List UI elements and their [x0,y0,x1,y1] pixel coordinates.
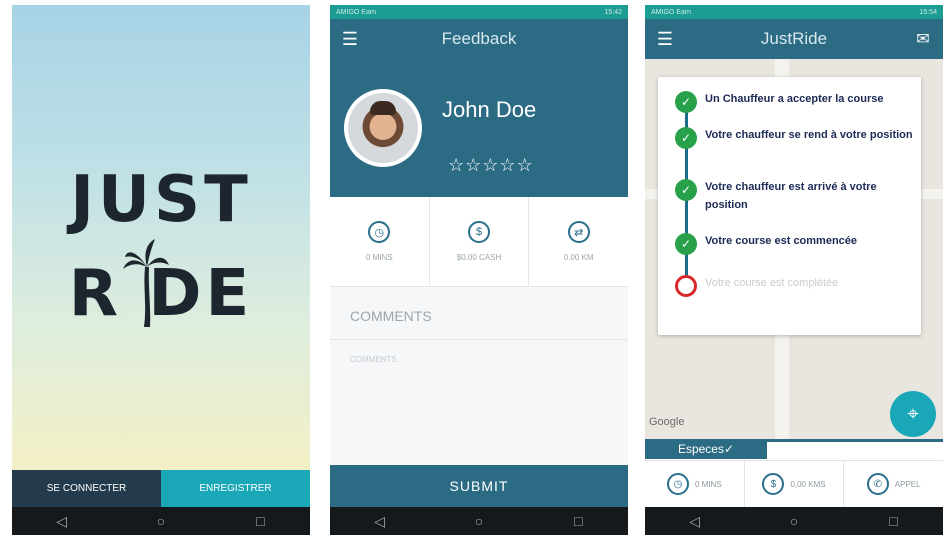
feedback-screen: AMIGO Earn 15:42 ☰ Feedback John Doe ☆☆☆… [330,5,628,535]
recents-icon[interactable]: □ [873,513,913,529]
stat-distance: ⇄ 0.00 KM [529,197,628,286]
phone-icon: ✆ [866,473,889,495]
page-title: JustRide [760,29,828,48]
timeline-step: ✓ Un Chauffeur a accepter la course [675,91,915,113]
stat-label: 0.00 KM [563,253,594,262]
step-text: Un Chauffeur a accepter la course [705,93,884,105]
clock-label: 15:54 [919,8,937,16]
app-bar: ☰ JustRide ✉ [645,19,943,59]
divider [330,339,628,340]
menu-icon[interactable]: ☰ [645,29,685,50]
star-icon[interactable]: ☆ [465,155,482,175]
step-text: Votre course est commencée [705,235,858,247]
splash-screen: JUST R DE SE CONNECTER ENREGISTRER ◁ ○ □ [12,5,310,535]
ride-status-screen: AMIGO Earn 15:54 ☰ JustRide ✉ ✓ Un Chauf… [645,5,943,535]
logo-just: JUST [70,163,252,237]
back-icon[interactable]: ◁ [360,513,400,530]
clock-label: 15:42 [604,8,622,16]
android-nav-bar: ◁ ○ □ [330,507,628,535]
check-icon: ✓ [675,179,697,201]
timeline-step: ✓ Votre chauffeur se rend à votre positi… [675,127,915,149]
trip-stats: ◷ 0 MINS $ $0.00 CASH ⇄ 0.00 KM [330,197,628,287]
operator-label: AMIGO Earn [651,8,692,16]
back-icon[interactable]: ◁ [675,513,715,530]
star-icon[interactable]: ☆ [482,155,499,175]
operator-label: AMIGO Earn [336,8,377,16]
register-button[interactable]: ENREGISTRER [161,470,310,507]
android-nav-bar: ◁ ○ □ [645,507,943,535]
info-time: ◷ 0 MINS [645,461,745,507]
comments-input[interactable]: COMMENTS [350,355,397,364]
home-icon[interactable]: ○ [459,513,499,529]
rating-stars[interactable]: ☆☆☆☆☆ [448,155,534,176]
check-icon: ✓ [723,442,735,456]
tab-empty [767,439,943,459]
star-icon[interactable]: ☆ [499,155,516,175]
check-icon: ✓ [675,233,697,255]
driver-photo [348,93,418,163]
stat-label: $0.00 CASH [456,253,502,262]
tab-especes[interactable]: Especes ✓ [645,439,767,459]
home-icon[interactable]: ○ [774,513,814,529]
avatar [344,89,422,167]
timeline-step: Votre course est complétée [675,275,915,297]
driver-name: John Doe [442,97,537,122]
distance-icon: ⇄ [567,221,590,243]
step-text: Votre course est complétée [705,277,839,289]
mail-icon[interactable]: ✉ [903,29,943,49]
check-icon: ✓ [675,91,697,113]
submit-button[interactable]: SUBMIT [330,465,628,507]
palm-tree-icon [123,239,169,327]
home-icon[interactable]: ○ [141,513,181,529]
menu-icon[interactable]: ☰ [330,29,370,50]
stat-label: 0 MINS [366,253,393,262]
comments-heading: COMMENTS [350,308,432,324]
location-pin-icon[interactable]: ⌖ [890,391,936,437]
recents-icon[interactable]: □ [240,513,280,529]
pending-circle-icon [675,275,697,297]
distance-icon: $ [762,473,785,495]
info-label: 0 MINS [695,479,722,489]
stat-time: ◷ 0 MINS [330,197,430,286]
login-button[interactable]: SE CONNECTER [12,470,161,507]
info-distance: $ 0,00 KMS [745,461,845,507]
status-bar: AMIGO Earn 15:54 [645,5,943,19]
google-logo: Google [649,416,685,428]
call-button[interactable]: ✆ APPEL [844,461,943,507]
check-icon: ✓ [675,127,697,149]
star-icon[interactable]: ☆ [448,155,465,175]
recents-icon[interactable]: □ [558,513,598,529]
android-nav-bar: ◁ ○ □ [12,507,310,535]
info-label: APPEL [894,479,921,489]
status-bar: AMIGO Earn 15:42 [330,5,628,19]
stat-cash: $ $0.00 CASH [430,197,530,286]
clock-icon: ◷ [667,473,689,495]
back-icon[interactable]: ◁ [42,513,82,530]
clock-icon: ◷ [368,221,391,243]
timeline-step: ✓ Votre chauffeur est arrivé à votre pos… [675,179,915,214]
timeline-step: ✓ Votre course est commencée [675,233,915,255]
step-text: Votre chauffeur se rend à votre position [705,129,913,141]
money-icon: $ [468,221,490,243]
star-icon[interactable]: ☆ [517,155,534,175]
step-text: Votre chauffeur est arrivé à votre posit… [705,181,877,211]
info-label: 0,00 KMS [790,479,826,489]
ride-info-strip: ◷ 0 MINS $ 0,00 KMS ✆ APPEL [645,460,943,507]
tab-label: Especes [677,442,724,456]
page-title: Feedback [441,29,517,48]
splash-background: JUST R DE [12,5,310,470]
